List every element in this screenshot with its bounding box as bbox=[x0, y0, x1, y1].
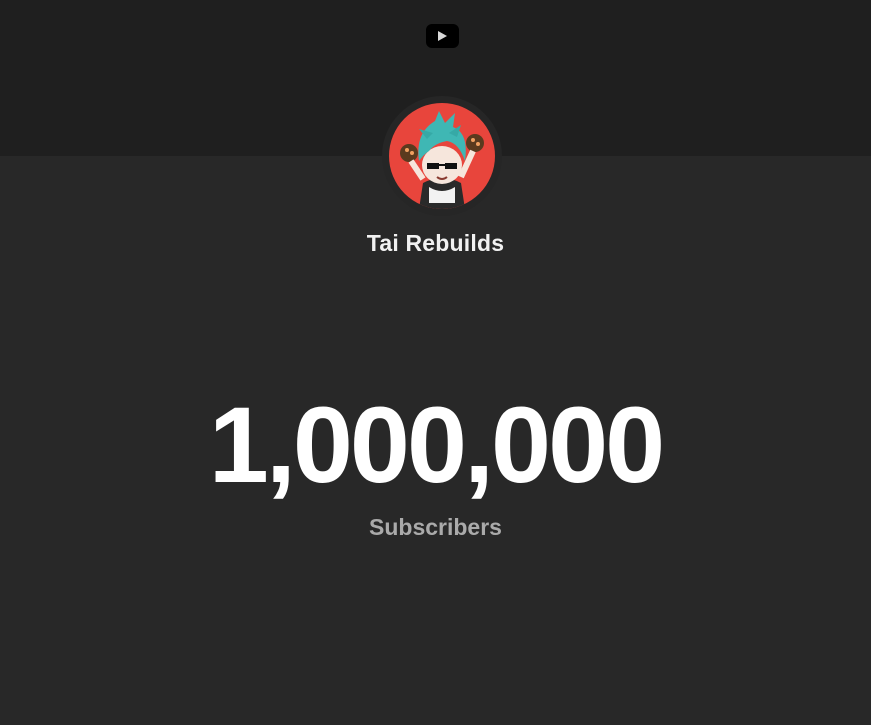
cartoon-avatar-icon bbox=[400, 111, 484, 209]
subscriber-counter-page: Tai Rebuilds 1,000,000 Subscribers bbox=[0, 0, 871, 725]
subscribers-label: Subscribers bbox=[369, 514, 502, 540]
channel-avatar[interactable] bbox=[389, 103, 495, 209]
youtube-logo-icon[interactable] bbox=[426, 24, 459, 48]
subscriber-count: 1,000,000 bbox=[208, 384, 665, 505]
channel-name[interactable]: Tai Rebuilds bbox=[0, 230, 871, 257]
play-icon bbox=[438, 31, 447, 41]
